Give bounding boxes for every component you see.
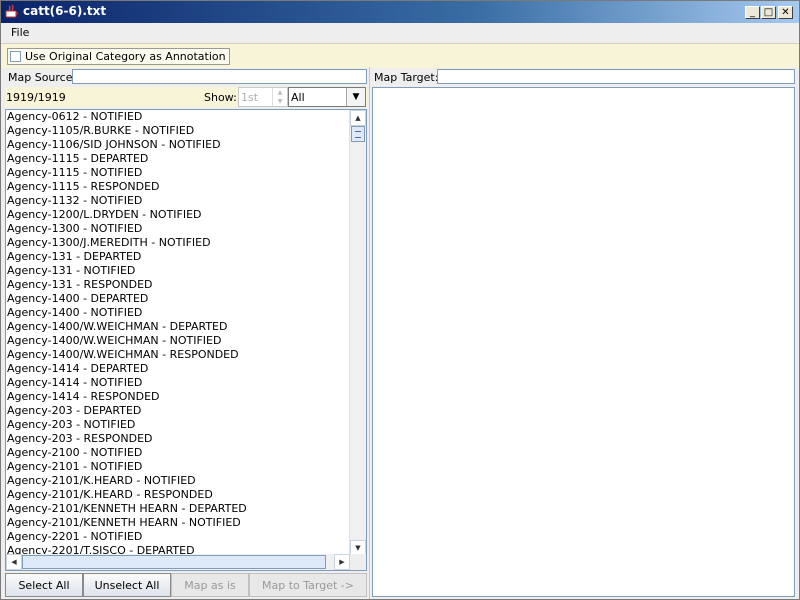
show-select-value: All bbox=[291, 91, 305, 104]
list-item[interactable]: Agency-203 - NOTIFIED bbox=[6, 418, 350, 432]
horizontal-scroll-thumb[interactable] bbox=[22, 555, 326, 569]
map-target-input[interactable] bbox=[437, 69, 795, 84]
maximize-icon: □ bbox=[763, 6, 774, 18]
list-item[interactable]: Agency-2201 - NOTIFIED bbox=[6, 530, 350, 544]
java-app-icon bbox=[5, 4, 18, 18]
checkbox-box[interactable] bbox=[10, 51, 21, 62]
window-title: catt(6-6).txt bbox=[23, 4, 107, 18]
list-item[interactable]: Agency-2101/K.HEARD - RESPONDED bbox=[6, 488, 350, 502]
list-item[interactable]: Agency-131 - RESPONDED bbox=[6, 278, 350, 292]
list-item[interactable]: Agency-2101 - NOTIFIED bbox=[6, 460, 350, 474]
list-item[interactable]: Agency-1115 - RESPONDED bbox=[6, 180, 350, 194]
chevron-down-icon[interactable]: ▼ bbox=[346, 88, 365, 106]
list-item[interactable]: Agency-1132 - NOTIFIED bbox=[6, 194, 350, 208]
close-icon: ✕ bbox=[781, 6, 790, 18]
show-spinner-value: 1st bbox=[241, 91, 259, 104]
list-item[interactable]: Agency-2101/KENNETH HEARN - NOTIFIED bbox=[6, 516, 350, 530]
list-item[interactable]: Agency-1300 - NOTIFIED bbox=[6, 222, 350, 236]
show-select[interactable]: All ▼ bbox=[288, 87, 366, 107]
list-item[interactable]: Agency-2101/KENNETH HEARN - DEPARTED bbox=[6, 502, 350, 516]
maximize-button[interactable]: □ bbox=[761, 6, 776, 19]
horizontal-scrollbar[interactable]: ◀ ▶ bbox=[6, 554, 350, 570]
spinner-arrows-icon[interactable]: ▲ ▼ bbox=[272, 88, 287, 106]
list-item[interactable]: Agency-1300/J.MEREDITH - NOTIFIED bbox=[6, 236, 350, 250]
use-original-category-checkbox[interactable]: Use Original Category as Annotation bbox=[7, 48, 230, 65]
select-all-button[interactable]: Select All bbox=[5, 573, 83, 597]
menu-bar: File bbox=[1, 23, 799, 44]
options-bar: Use Original Category as Annotation bbox=[1, 44, 799, 68]
list-item[interactable]: Agency-1115 - NOTIFIED bbox=[6, 166, 350, 180]
scroll-right-icon[interactable]: ▶ bbox=[334, 554, 350, 570]
list-item[interactable]: Agency-1115 - DEPARTED bbox=[6, 152, 350, 166]
list-item[interactable]: Agency-1400/W.WEICHMAN - DEPARTED bbox=[6, 320, 350, 334]
list-item[interactable]: Agency-1400 - NOTIFIED bbox=[6, 306, 350, 320]
scroll-up-icon[interactable]: ▲ bbox=[350, 110, 366, 126]
list-item[interactable]: Agency-203 - DEPARTED bbox=[6, 404, 350, 418]
list-item[interactable]: Agency-2101/K.HEARD - NOTIFIED bbox=[6, 474, 350, 488]
show-spinner[interactable]: 1st ▲ ▼ bbox=[238, 87, 288, 107]
map-target-label: Map Target: bbox=[374, 71, 439, 84]
list-item[interactable]: Agency-203 - RESPONDED bbox=[6, 432, 350, 446]
title-bar[interactable]: catt(6-6).txt _ □ ✕ bbox=[1, 1, 799, 23]
list-item[interactable]: Agency-1106/SID JOHNSON - NOTIFIED bbox=[6, 138, 350, 152]
list-item[interactable]: Agency-131 - NOTIFIED bbox=[6, 264, 350, 278]
list-item[interactable]: Agency-1414 - RESPONDED bbox=[6, 390, 350, 404]
map-as-is-button[interactable]: Map as is bbox=[171, 573, 249, 597]
map-source-input[interactable] bbox=[72, 69, 367, 84]
split-divider[interactable] bbox=[369, 67, 370, 599]
list-item[interactable]: Agency-1400 - DEPARTED bbox=[6, 292, 350, 306]
checkbox-label: Use Original Category as Annotation bbox=[25, 50, 226, 63]
list-item[interactable]: Agency-2100 - NOTIFIED bbox=[6, 446, 350, 460]
list-item[interactable]: Agency-0612 - NOTIFIED bbox=[6, 110, 350, 124]
list-item[interactable]: Agency-1400/W.WEICHMAN - NOTIFIED bbox=[6, 334, 350, 348]
source-list[interactable]: Agency-0612 - NOTIFIED Agency-1105/R.BURK… bbox=[5, 109, 367, 571]
menu-file[interactable]: File bbox=[11, 26, 29, 39]
list-toolbar: 1919/1919 Show: 1st ▲ ▼ All ▼ bbox=[5, 87, 367, 107]
map-source-label: Map Source: bbox=[8, 71, 77, 84]
close-button[interactable]: ✕ bbox=[778, 6, 793, 19]
list-item[interactable]: Agency-1105/R.BURKE - NOTIFIED bbox=[6, 124, 350, 138]
list-item[interactable]: Agency-1400/W.WEICHMAN - RESPONDED bbox=[6, 348, 350, 362]
show-label: Show: bbox=[204, 91, 237, 104]
target-panel[interactable] bbox=[372, 87, 795, 597]
list-item[interactable]: Agency-131 - DEPARTED bbox=[6, 250, 350, 264]
minimize-icon: _ bbox=[750, 6, 755, 18]
list-item[interactable]: Agency-1200/L.DRYDEN - NOTIFIED bbox=[6, 208, 350, 222]
scroll-left-icon[interactable]: ◀ bbox=[6, 554, 22, 570]
list-item[interactable]: Agency-1414 - DEPARTED bbox=[6, 362, 350, 376]
list-item[interactable]: Agency-1414 - NOTIFIED bbox=[6, 376, 350, 390]
scroll-corner bbox=[350, 554, 366, 570]
button-row: Select All Unselect All Map as is Map to… bbox=[5, 573, 367, 597]
minimize-button[interactable]: _ bbox=[745, 6, 760, 19]
vertical-scroll-thumb[interactable] bbox=[351, 126, 365, 142]
map-to-target-button[interactable]: Map to Target -> bbox=[249, 573, 367, 597]
application-window: catt(6-6).txt _ □ ✕ File Use Original Ca… bbox=[0, 0, 800, 600]
vertical-scrollbar[interactable]: ▲ ▼ bbox=[349, 110, 366, 556]
source-list-items: Agency-0612 - NOTIFIED Agency-1105/R.BURK… bbox=[6, 110, 350, 556]
unselect-all-button[interactable]: Unselect All bbox=[83, 573, 171, 597]
item-count: 1919/1919 bbox=[6, 91, 66, 104]
